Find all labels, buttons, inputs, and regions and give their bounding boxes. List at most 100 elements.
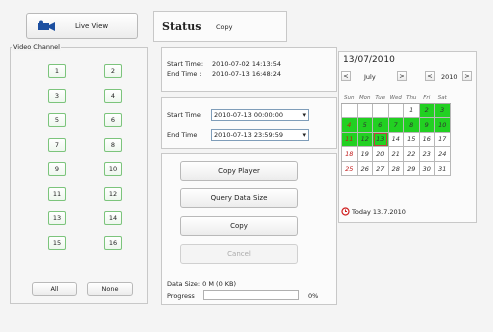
- calendar-day[interactable]: 31: [434, 160, 451, 177]
- year-label: 2010: [441, 73, 458, 81]
- calendar-day[interactable]: 14: [387, 131, 404, 148]
- progress-label: Progress: [167, 292, 195, 300]
- calendar-day[interactable]: 13: [372, 131, 389, 148]
- time-range-panel: Start Time 2010-07-13 00:00:00 ▾ End Tim…: [161, 97, 337, 149]
- calendar-day[interactable]: 29: [403, 160, 420, 177]
- calendar-day[interactable]: 11: [341, 131, 358, 148]
- calendar-week-row: 18 19 20 21 22 23 24: [341, 146, 451, 162]
- calendar-day[interactable]: 20: [372, 146, 389, 162]
- channel-12-button[interactable]: 12: [104, 186, 122, 201]
- channel-9-button[interactable]: 9: [48, 162, 66, 176]
- status-title: Status: [162, 20, 202, 33]
- start-time-label: Start Time:: [167, 60, 204, 68]
- cancel-button[interactable]: Cancel: [180, 244, 298, 264]
- calendar-day[interactable]: 12: [356, 131, 373, 148]
- calendar-day[interactable]: 7: [387, 117, 404, 133]
- next-month-button[interactable]: >: [397, 71, 407, 81]
- calendar-date-header: 13/07/2010: [343, 55, 395, 65]
- calendar-day[interactable]: 30: [418, 160, 435, 177]
- dropdown-arrow-icon: ▾: [302, 131, 306, 139]
- calendar-week-row: 4 5 6 7 8 9 10: [341, 117, 451, 133]
- weekday-label: Wed: [388, 94, 404, 104]
- channel-2-button[interactable]: 2: [104, 64, 122, 78]
- end-time-value: 2010-07-13 16:48:24: [212, 70, 282, 78]
- calendar-day[interactable]: 21: [387, 146, 404, 162]
- calendar-day[interactable]: 2: [418, 102, 435, 119]
- calendar-day[interactable]: 25: [341, 160, 358, 177]
- channel-16-button[interactable]: 16: [104, 235, 122, 250]
- calendar-day[interactable]: 3: [434, 102, 451, 119]
- calendar-blank-cell: [372, 102, 389, 119]
- range-start-label: Start Time: [167, 111, 201, 119]
- status-header: Status Copy: [153, 11, 287, 42]
- video-channel-legend: Video Channel: [12, 43, 61, 51]
- calendar-day[interactable]: 10: [434, 117, 451, 133]
- copy-player-button[interactable]: Copy Player: [180, 161, 298, 181]
- live-view-button[interactable]: Live View: [26, 13, 138, 39]
- calendar-day[interactable]: 15: [403, 131, 420, 148]
- weekday-label: Tue: [372, 94, 388, 104]
- calendar-day[interactable]: 28: [387, 160, 404, 177]
- today-icon: [341, 207, 350, 216]
- today-link[interactable]: Today 13.7.2010: [341, 207, 406, 216]
- calendar-day[interactable]: 22: [403, 146, 420, 162]
- channel-1-button[interactable]: 1: [48, 64, 66, 78]
- weekday-label: Sat: [434, 94, 450, 104]
- next-year-button[interactable]: >: [462, 71, 472, 81]
- calendar-day[interactable]: 26: [356, 160, 373, 177]
- calendar-day[interactable]: 24: [434, 146, 451, 162]
- month-label: July: [364, 73, 376, 81]
- calendar-day[interactable]: 5: [356, 117, 373, 133]
- query-data-size-button[interactable]: Query Data Size: [180, 188, 298, 208]
- end-time-select[interactable]: 2010-07-13 23:59:59 ▾: [211, 129, 309, 141]
- calendar-blank-cell: [341, 102, 358, 119]
- weekday-header-row: Sun Mon Tue Wed Thu Fri Sat: [341, 94, 450, 104]
- status-mode: Copy: [216, 23, 233, 31]
- calendar-blank-cell: [356, 102, 373, 119]
- dropdown-arrow-icon: ▾: [302, 111, 306, 119]
- select-all-button[interactable]: All: [32, 282, 77, 296]
- calendar-day[interactable]: 4: [341, 117, 358, 133]
- weekday-label: Mon: [357, 94, 373, 104]
- channel-8-button[interactable]: 8: [104, 137, 122, 152]
- calendar-day[interactable]: 16: [418, 131, 435, 148]
- prev-year-button[interactable]: <: [425, 71, 435, 81]
- start-time-select[interactable]: 2010-07-13 00:00:00 ▾: [211, 109, 309, 121]
- channel-11-button[interactable]: 11: [48, 186, 66, 201]
- calendar-day[interactable]: 18: [341, 146, 358, 162]
- calendar-day[interactable]: 27: [372, 160, 389, 177]
- camera-icon: [37, 20, 57, 32]
- calendar-day[interactable]: 17: [434, 131, 451, 148]
- end-time-label: End Time :: [167, 70, 202, 78]
- calendar-day[interactable]: 8: [403, 117, 420, 133]
- weekday-label: Sun: [341, 94, 357, 104]
- channel-7-button[interactable]: 7: [48, 137, 66, 152]
- weekday-label: Fri: [419, 94, 435, 104]
- channel-5-button[interactable]: 5: [48, 113, 66, 127]
- calendar-day[interactable]: 9: [418, 117, 435, 133]
- calendar-grid: Sun Mon Tue Wed Thu Fri Sat 1 2 3 4 5 6 7 8 9 10 11 12 13 14…: [341, 94, 451, 177]
- channel-3-button[interactable]: 3: [48, 88, 66, 103]
- calendar-day[interactable]: 1: [403, 102, 420, 119]
- channel-4-button[interactable]: 4: [104, 88, 122, 103]
- channel-6-button[interactable]: 6: [104, 113, 122, 127]
- channel-15-button[interactable]: 15: [48, 235, 66, 250]
- copy-button[interactable]: Copy: [180, 216, 298, 236]
- calendar-week-row: 25 26 27 28 29 30 31: [341, 160, 451, 177]
- calendar-day[interactable]: 23: [418, 146, 435, 162]
- start-time-value: 2010-07-02 14:13:54: [212, 60, 282, 68]
- data-size-label: Data Size: 0 M (0 KB): [167, 280, 237, 288]
- calendar-day[interactable]: 6: [372, 117, 389, 133]
- select-none-button[interactable]: None: [87, 282, 133, 296]
- calendar-week-row: 123: [341, 102, 451, 119]
- channel-10-button[interactable]: 10: [104, 162, 122, 176]
- channel-13-button[interactable]: 13: [48, 211, 66, 225]
- progress-bar: [203, 290, 299, 300]
- channel-14-button[interactable]: 14: [104, 211, 122, 225]
- live-view-label: Live View: [75, 22, 109, 30]
- calendar-week-row: 11 12 13 14 15 16 17: [341, 131, 451, 148]
- today-label: Today 13.7.2010: [352, 207, 406, 216]
- prev-month-button[interactable]: <: [341, 71, 351, 81]
- progress-percent: 0%: [308, 292, 319, 300]
- calendar-day[interactable]: 19: [356, 146, 373, 162]
